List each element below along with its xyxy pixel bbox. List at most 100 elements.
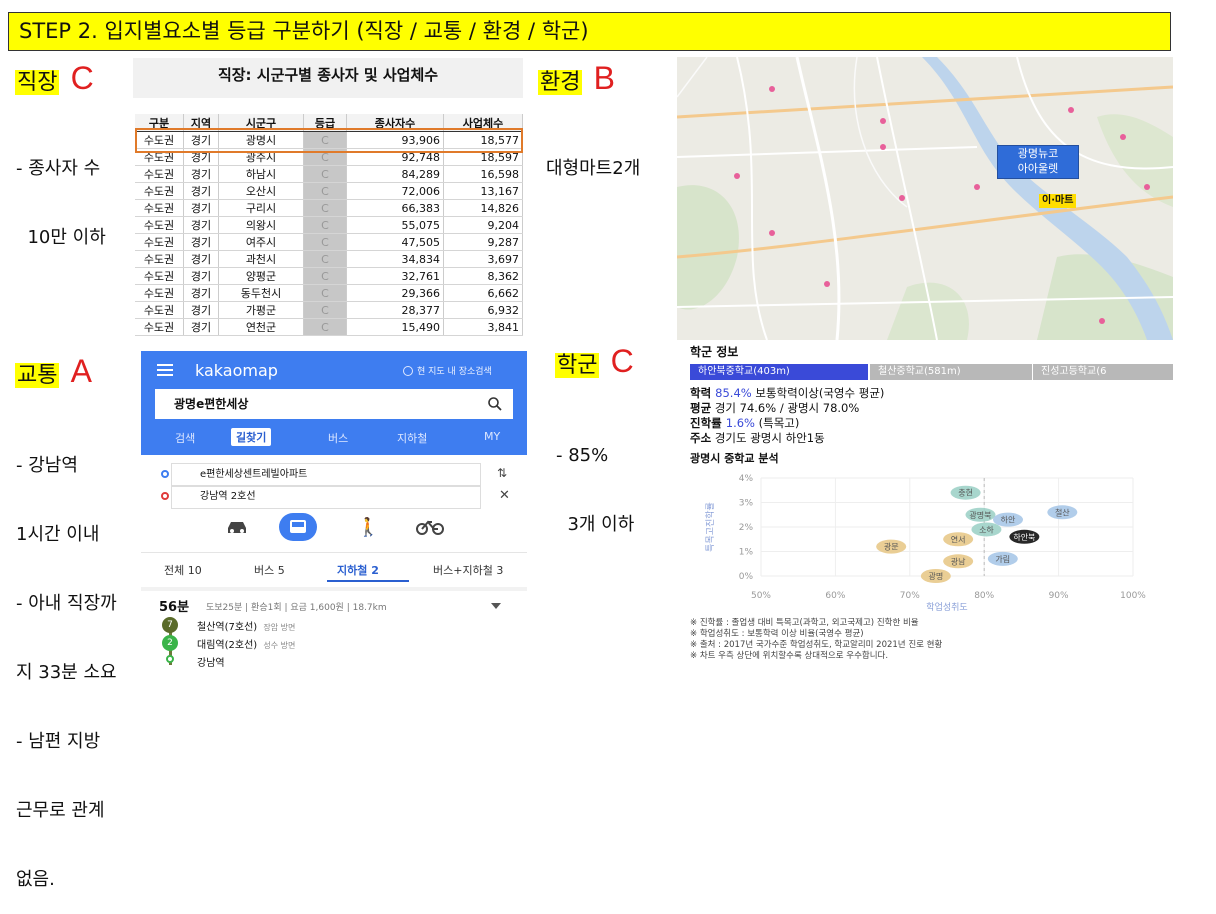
step-banner: STEP 2. 입지별요소별 등급 구분하기 (직장 / 교통 / 환경 / 학…	[8, 12, 1171, 51]
data-point-label: 하안북	[1013, 532, 1035, 542]
x-tick-label: 70%	[900, 591, 920, 601]
stat-address: 주소 경기도 광명시 하안1동	[690, 431, 825, 445]
data-point-label: 충현	[958, 489, 973, 498]
job-table-cell: 66,383	[346, 199, 444, 217]
outlet-poi-label[interactable]: 광명뉴코 아아울렛	[997, 145, 1079, 179]
job-table-cell: 의왕시	[218, 216, 304, 234]
job-table-title: 직장: 시군구별 종사자 및 사업체수	[133, 58, 523, 98]
swap-icon[interactable]: ⇅	[497, 466, 507, 480]
tab-directions[interactable]: 길찾기	[231, 428, 272, 446]
search-box[interactable]: 광명e편한세상	[155, 389, 513, 419]
job-table-cell: 과천시	[218, 250, 304, 268]
job-table-cell: 수도권	[135, 216, 184, 234]
job-table-cell: 15,490	[346, 318, 444, 336]
job-table-cell: C	[303, 182, 347, 200]
job-table-cell: C	[303, 216, 347, 234]
origin-field[interactable]: e편한세상센트레빌아파트	[171, 463, 481, 487]
result-tab-bus[interactable]: 버스 5	[254, 562, 285, 578]
transit-mode-button[interactable]	[279, 513, 317, 541]
job-table-cell: 수도권	[135, 284, 184, 302]
job-table-row: 수도권 경기 오산시 C 72,006 13,167	[135, 182, 523, 200]
traffic-note-line: - 남편 지방	[16, 731, 101, 752]
map-view[interactable]: 광명뉴코 아아울렛 이·마트	[677, 57, 1173, 340]
y-tick-label: 4%	[739, 474, 754, 484]
school-tab[interactable]: 진성고등학교(6	[1033, 364, 1173, 380]
search-input[interactable]: 광명e편한세상	[174, 395, 248, 412]
station-name: 대림역(2호선)	[197, 640, 258, 651]
x-tick-label: 90%	[1049, 591, 1069, 601]
job-table-cell: 경기	[183, 250, 219, 268]
close-icon[interactable]: ✕	[499, 488, 510, 503]
tab-bus[interactable]: 버스	[328, 430, 348, 446]
job-table-cell: 경기	[183, 216, 219, 234]
emart-poi-label[interactable]: 이·마트	[1039, 194, 1077, 208]
job-note-line: 10만 이하	[16, 227, 106, 248]
kakaomap-header: kakaomap 현 지도 내 장소검색 광명e편한세상 검색 길찾기 버스 지…	[141, 351, 527, 455]
walk-icon[interactable]: 🚶	[357, 517, 379, 538]
job-table-row: 수도권 경기 가평군 C 28,377 6,932	[135, 301, 523, 319]
y-tick-label: 0%	[739, 572, 754, 582]
scatter-chart: 0% 1% 2% 3% 4% 50% 60% 70% 80% 90% 100% 학업성취도 특목고진학률…	[705, 474, 1146, 613]
data-point-label: 가림	[995, 554, 1010, 564]
map-area-search-toggle[interactable]: 현 지도 내 장소검색	[417, 364, 492, 377]
job-table-cell: 32,761	[346, 267, 444, 285]
y-tick-label: 1%	[739, 548, 754, 558]
job-table-panel: 직장: 시군구별 종사자 및 사업체수 구분 지역 시군구 등급 종사자수 사업…	[133, 58, 523, 336]
job-table-cell: 경기	[183, 318, 219, 336]
tab-my[interactable]: MY	[484, 430, 500, 443]
job-table-cell: 72,006	[346, 182, 444, 200]
job-table-cell: 84,289	[346, 165, 444, 183]
tab-subway[interactable]: 지하철	[397, 430, 427, 446]
station-name: 강남역	[197, 658, 225, 669]
school-tab[interactable]: 철산중학교(581m)	[870, 364, 1032, 380]
footnotes: ※ 진학률 : 졸업생 대비 특목고(과학고, 외고국제고) 진학한 비율 ※ …	[690, 618, 942, 662]
station-name: 철산역(7호선)	[197, 622, 258, 633]
menu-icon[interactable]	[157, 364, 173, 376]
station-direction: 성수 방면	[263, 641, 296, 650]
stat-average: 평균 경기 74.6% / 광명시 78.0%	[690, 401, 860, 415]
job-table-cell: 6,662	[443, 284, 523, 302]
result-tab-bus-subway[interactable]: 버스+지하철 3	[433, 562, 503, 578]
job-table-cell: 9,287	[443, 233, 523, 251]
search-icon[interactable]	[487, 396, 503, 412]
job-table-cell: C	[303, 199, 347, 217]
school-tab-active[interactable]: 하안북중학교(403m)	[690, 364, 868, 380]
job-category-header: 직장 C	[15, 62, 94, 98]
destination-field[interactable]: 강남역 2호선	[171, 485, 481, 509]
bicycle-icon[interactable]	[416, 519, 444, 535]
highlight-row-box	[135, 128, 523, 153]
divider	[141, 552, 527, 553]
job-table-cell: 여주시	[218, 233, 304, 251]
data-point-label: 광문	[884, 542, 899, 552]
outlet-poi-line2: 아아울렛	[1017, 162, 1059, 175]
job-table-cell: 경기	[183, 267, 219, 285]
footnote: ※ 진학률 : 졸업생 대비 특목고(과학고, 외고국제고) 진학한 비율	[690, 618, 919, 628]
job-table-cell: C	[303, 318, 347, 336]
data-point-label: 소하	[979, 524, 994, 534]
expand-chevron-icon[interactable]	[491, 603, 501, 609]
job-table-cell: C	[303, 301, 347, 319]
end-station-dot	[166, 655, 174, 663]
job-table-cell: 55,075	[346, 216, 444, 234]
traffic-label: 교통	[15, 363, 60, 388]
result-tab-subway[interactable]: 지하철 2	[337, 562, 379, 578]
tab-search[interactable]: 검색	[175, 430, 195, 446]
x-tick-label: 50%	[751, 591, 771, 601]
result-tab-all[interactable]: 전체 10	[164, 562, 202, 578]
line-2-badge: 2	[162, 635, 178, 651]
radio-icon[interactable]	[403, 366, 413, 376]
school-note-line: 3개 이하	[556, 514, 635, 535]
job-table-cell: 3,697	[443, 250, 523, 268]
car-icon[interactable]	[225, 519, 249, 535]
env-note-line: 대형마트2개	[546, 158, 641, 179]
job-table-cell: 47,505	[346, 233, 444, 251]
chart-title: 광명시 중학교 분석	[690, 452, 779, 465]
job-table-cell: 수도권	[135, 182, 184, 200]
kakaomap-panel: kakaomap 현 지도 내 장소검색 광명e편한세상 검색 길찾기 버스 지…	[141, 351, 527, 681]
outlet-poi-line1: 광명뉴코	[1017, 147, 1059, 160]
env-category-header: 환경 B	[538, 62, 615, 98]
data-point-label: 광명북	[969, 510, 991, 520]
env-grade: B	[593, 60, 615, 96]
job-table-row: 수도권 경기 여주시 C 47,505 9,287	[135, 233, 523, 251]
line-7-badge: 7	[162, 617, 178, 633]
